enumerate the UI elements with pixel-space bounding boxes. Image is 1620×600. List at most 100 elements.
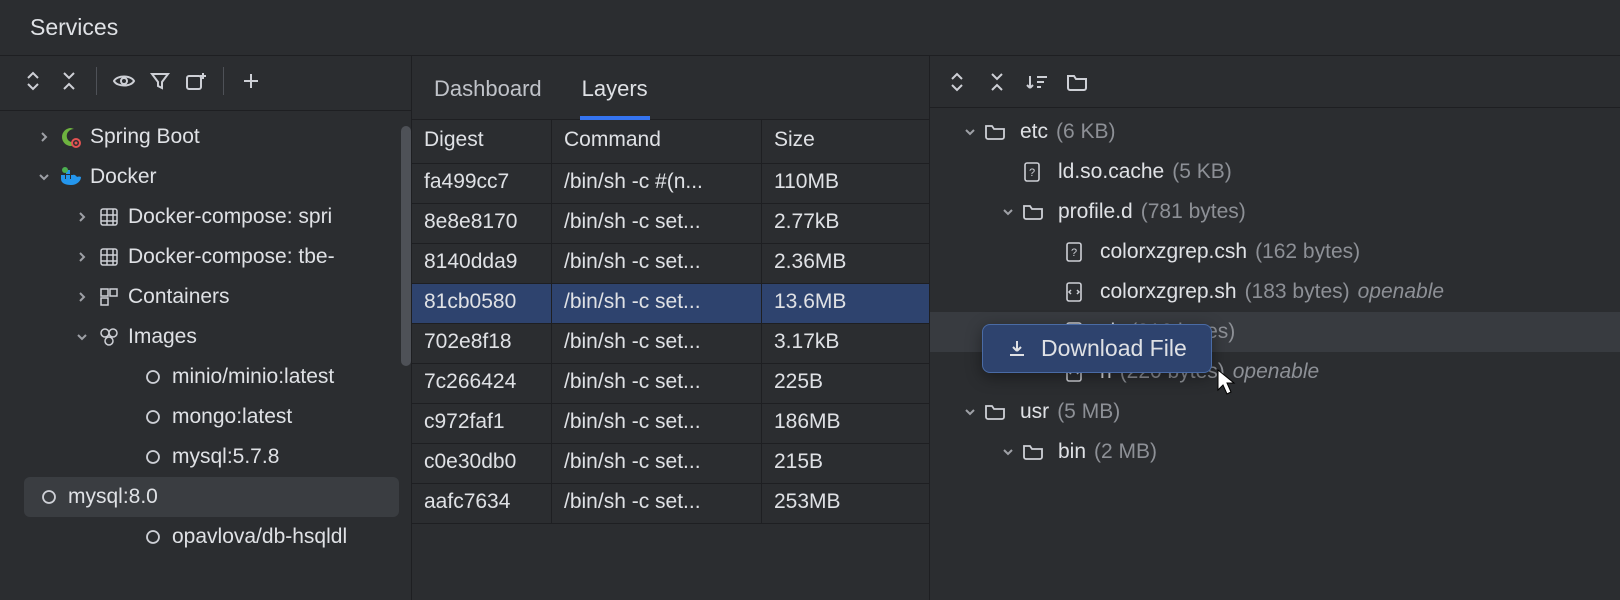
tree-label: Docker [90, 165, 157, 189]
tree-item[interactable]: minio/minio:latest [0, 357, 411, 397]
folder-item[interactable]: bin(2 MB) [930, 432, 1620, 472]
tree-item[interactable]: Spring Boot [0, 117, 411, 157]
file-item[interactable]: ? colorxzgrep.csh (162 bytes) [930, 232, 1620, 272]
spring-icon [58, 126, 84, 148]
cell-size: 2.36MB [762, 244, 912, 283]
table-row[interactable]: 702e8f18/bin/sh -c set...3.17kB [412, 324, 929, 364]
file-size: (162 bytes) [1255, 240, 1360, 264]
folder-item[interactable]: profile.d(781 bytes) [930, 192, 1620, 232]
cell-digest: 702e8f18 [412, 324, 552, 363]
circle-icon [140, 448, 166, 466]
new-panel-icon[interactable] [181, 66, 211, 96]
file-item[interactable]: colorxzgrep.sh (183 bytes) openable [930, 272, 1620, 312]
services-sidebar: Spring Boot Docker Docker-compose: spri Doc… [0, 56, 412, 600]
col-digest[interactable]: Digest [412, 120, 552, 163]
tree-item[interactable]: mysql:8.0 [24, 477, 399, 517]
chevron-right-icon[interactable] [68, 290, 96, 304]
svg-text:?: ? [1029, 167, 1035, 179]
eye-icon[interactable] [109, 66, 139, 96]
folder-icon [1022, 443, 1048, 461]
tab-layers[interactable]: Layers [580, 70, 650, 120]
file-panel: etc(6 KB)?ld.so.cache(5 KB)profile.d(781… [930, 56, 1620, 600]
filter-icon[interactable] [145, 66, 175, 96]
chevron-right-icon[interactable] [68, 210, 96, 224]
table-row[interactable]: c0e30db0/bin/sh -c set...215B [412, 444, 929, 484]
sort-icon[interactable] [1022, 67, 1052, 97]
scrollbar-thumb[interactable] [401, 126, 411, 366]
chevron-down-icon[interactable] [994, 205, 1022, 219]
folder-icon[interactable] [1062, 67, 1092, 97]
file-name: usr [1020, 400, 1049, 424]
unknown-icon: ? [1022, 161, 1048, 183]
context-menu-download[interactable]: Download File [982, 324, 1212, 373]
cell-command: /bin/sh -c set... [552, 364, 762, 403]
cell-digest: 8e8e8170 [412, 204, 552, 243]
cell-size: 186MB [762, 404, 912, 443]
file-size: (183 bytes) [1245, 280, 1350, 304]
cell-digest: aafc7634 [412, 484, 552, 523]
openable-badge: openable [1358, 280, 1444, 304]
unknown-icon: ? [1064, 241, 1090, 263]
chevron-right-icon[interactable] [30, 130, 58, 144]
layers-table: Digest Command Size fa499cc7/bin/sh -c #… [412, 120, 929, 600]
add-icon[interactable] [236, 66, 266, 96]
chevron-down-icon[interactable] [956, 405, 984, 419]
expand-all-icon[interactable] [18, 66, 48, 96]
tabs-bar: Dashboard Layers [412, 56, 929, 120]
script-icon [1064, 281, 1090, 303]
cell-command: /bin/sh -c set... [552, 444, 762, 483]
folder-item[interactable]: etc(6 KB) [930, 112, 1620, 152]
collapse-all-icon[interactable] [982, 67, 1012, 97]
table-row[interactable]: 8e8e8170/bin/sh -c set...2.77kB [412, 204, 929, 244]
col-size[interactable]: Size [762, 120, 912, 163]
cell-digest: 7c266424 [412, 364, 552, 403]
cursor-icon [1216, 368, 1238, 396]
file-name: colorxzgrep.csh [1100, 240, 1247, 264]
cell-command: /bin/sh -c #(n... [552, 164, 762, 203]
tree-item[interactable]: opavlova/db-hsqldl [0, 517, 411, 557]
cell-size: 3.17kB [762, 324, 912, 363]
table-row[interactable]: fa499cc7/bin/sh -c #(n...110MB [412, 164, 929, 204]
tree-item[interactable]: Containers [0, 277, 411, 317]
tab-dashboard[interactable]: Dashboard [432, 70, 544, 120]
cell-command: /bin/sh -c set... [552, 284, 762, 323]
chevron-down-icon[interactable] [994, 445, 1022, 459]
file-name: colorxzgrep.sh [1100, 280, 1237, 304]
tree-item[interactable]: Docker [0, 157, 411, 197]
collapse-all-icon[interactable] [54, 66, 84, 96]
table-row[interactable]: aafc7634/bin/sh -c set...253MB [412, 484, 929, 524]
file-size: (6 KB) [1056, 120, 1116, 144]
tree-item[interactable]: Docker-compose: spri [0, 197, 411, 237]
tree-item[interactable]: Images [0, 317, 411, 357]
tree-label: Containers [128, 285, 230, 309]
tree-item[interactable]: mongo:latest [0, 397, 411, 437]
cell-size: 110MB [762, 164, 912, 203]
folder-item[interactable]: usr (5 MB) [930, 392, 1620, 432]
cell-command: /bin/sh -c set... [552, 244, 762, 283]
tree-label: mongo:latest [172, 405, 292, 429]
table-row[interactable]: 7c266424/bin/sh -c set...225B [412, 364, 929, 404]
tree-label: Docker-compose: spri [128, 205, 332, 229]
containers-icon [96, 287, 122, 307]
svg-text:?: ? [1071, 247, 1077, 259]
chevron-down-icon[interactable] [30, 170, 58, 184]
table-row[interactable]: 8140dda9/bin/sh -c set...2.36MB [412, 244, 929, 284]
chevron-down-icon[interactable] [68, 330, 96, 344]
col-command[interactable]: Command [552, 120, 762, 163]
tree-item[interactable]: Docker-compose: tbe- [0, 237, 411, 277]
chevron-right-icon[interactable] [68, 250, 96, 264]
file-item[interactable]: ?ld.so.cache(5 KB) [930, 152, 1620, 192]
tree-item[interactable]: mysql:5.7.8 [0, 437, 411, 477]
panel-title: Services [0, 0, 1620, 56]
expand-all-icon[interactable] [942, 67, 972, 97]
cell-command: /bin/sh -c set... [552, 404, 762, 443]
file-size: (5 MB) [1057, 400, 1120, 424]
table-row[interactable]: c972faf1/bin/sh -c set...186MB [412, 404, 929, 444]
table-row[interactable]: 81cb0580/bin/sh -c set...13.6MB [412, 284, 929, 324]
cell-digest: c0e30db0 [412, 444, 552, 483]
circle-icon [140, 368, 166, 386]
docker-icon [58, 167, 84, 187]
tree-label: Images [128, 325, 197, 349]
services-tree[interactable]: Spring Boot Docker Docker-compose: spri Doc… [0, 111, 411, 600]
chevron-down-icon[interactable] [956, 125, 984, 139]
